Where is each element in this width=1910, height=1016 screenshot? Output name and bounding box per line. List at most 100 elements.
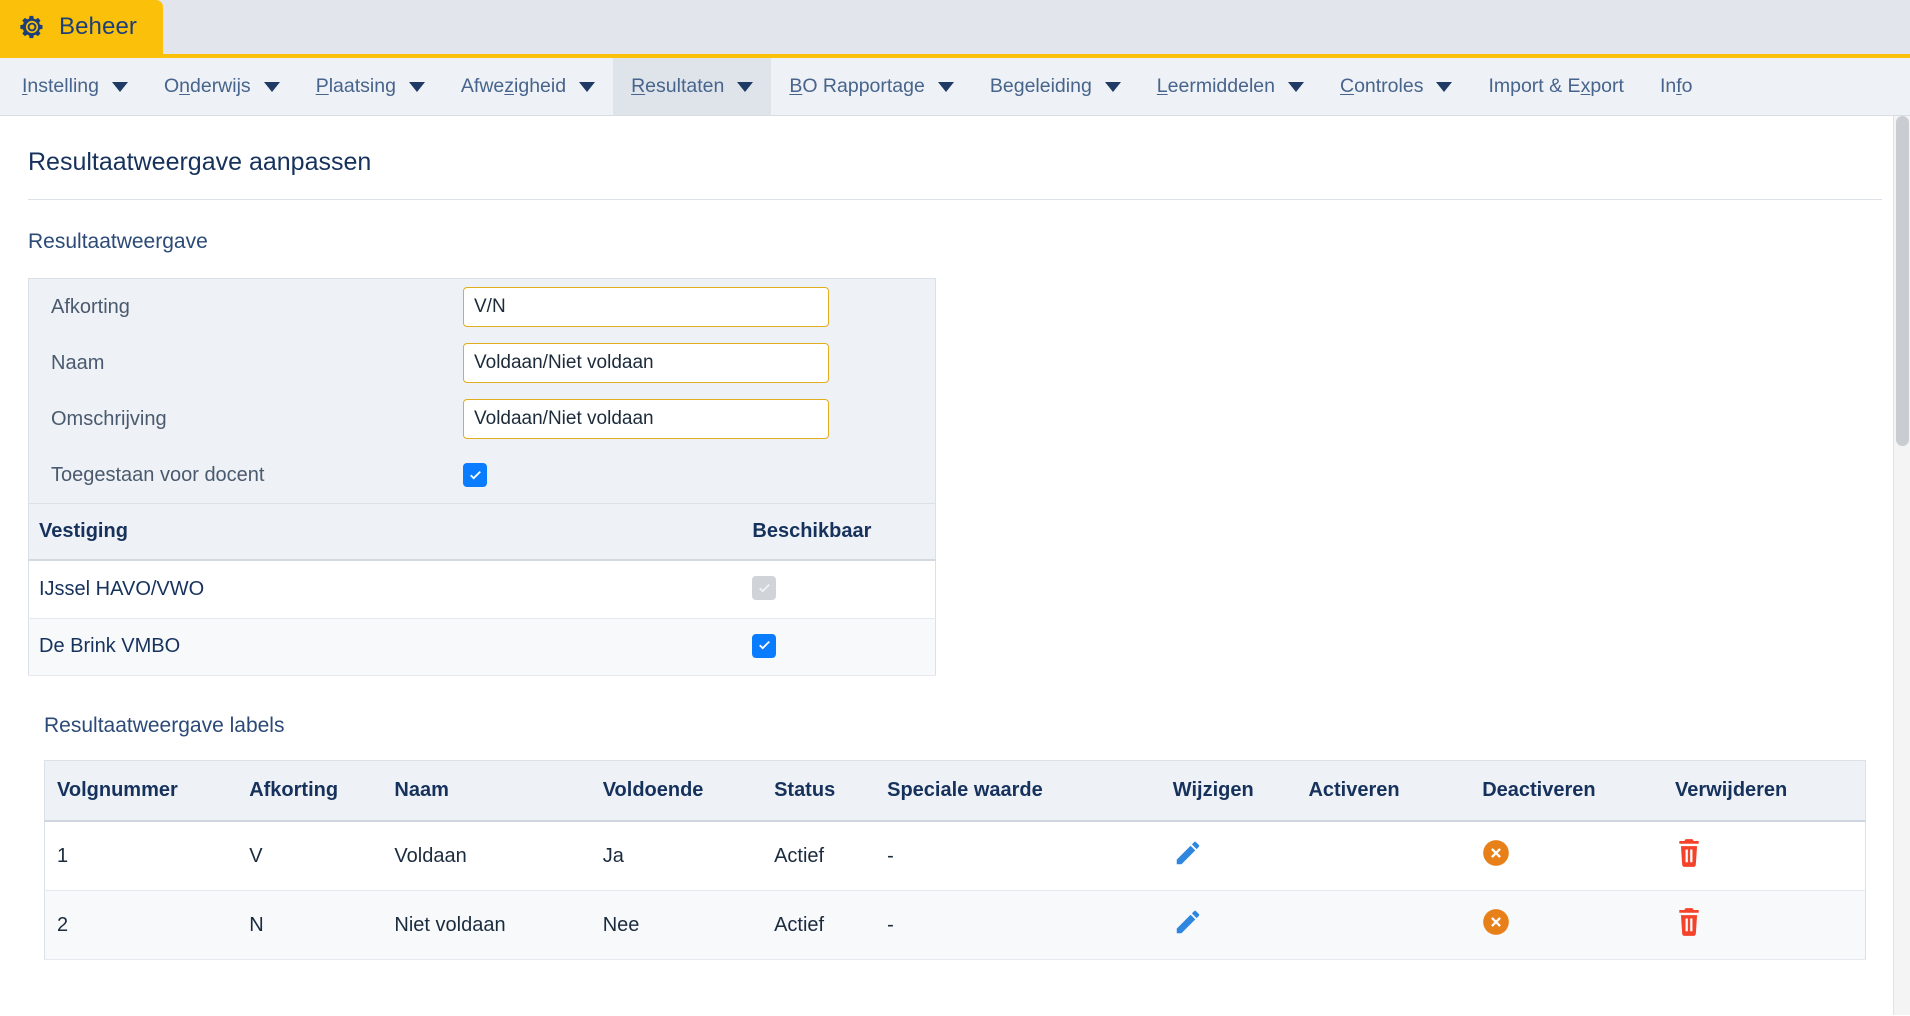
page-content: Resultaatweergave aanpassen Resultaatwee…	[0, 116, 1910, 1015]
menu-item-controles[interactable]: Controles	[1322, 58, 1470, 115]
cell-afkorting: N	[249, 890, 395, 960]
chevron-down-icon	[1287, 81, 1304, 92]
vestiging-header-vestiging: Vestiging	[28, 504, 222, 561]
labels-header-afkorting: Afkorting	[249, 760, 395, 822]
deactivate-circle-x-icon[interactable]	[1482, 908, 1510, 936]
cell-voldoende: Nee	[602, 890, 775, 960]
cell-deactiveren-button	[1482, 821, 1675, 891]
chevron-down-icon	[579, 81, 596, 92]
labels-table-header-row: Volgnummer Afkorting Naam Voldoende Stat…	[44, 760, 1866, 822]
chevron-down-icon	[1104, 81, 1121, 92]
checkbox-beschikbaar	[752, 576, 777, 600]
checkbox-beschikbaar[interactable]	[752, 633, 777, 658]
vestiging-name: De Brink VMBO	[28, 618, 222, 676]
form-row-omschrijving: Omschrijving	[29, 391, 935, 447]
menu-item-label: BO Rapportage	[789, 75, 925, 97]
labels-header-verwijderen: Verwijderen	[1675, 760, 1866, 822]
menu-item-instelling[interactable]: Instelling	[4, 58, 146, 115]
menu-item-label: Plaatsing	[315, 75, 396, 97]
deactivate-circle-x-icon[interactable]	[1482, 839, 1510, 867]
section-title-resultaatweergave: Resultaatweergave	[28, 230, 208, 253]
menu-item-label: Begeleiding	[989, 75, 1092, 97]
page-title: Resultaatweergave aanpassen	[28, 148, 372, 176]
chevron-down-icon	[263, 81, 280, 92]
menu-item-resultaten[interactable]: Resultaten	[613, 58, 772, 115]
label-naam: Naam	[51, 351, 105, 374]
chevron-down-icon	[737, 81, 754, 92]
main-menu-bar: Instelling Onderwijs Plaatsing Afwezigheid R…	[0, 58, 1910, 116]
app-tab-label: Beheer	[59, 13, 137, 40]
labels-header-speciale-waarde: Speciale waarde	[887, 760, 1173, 822]
page-scrollbar[interactable]	[1893, 116, 1910, 1015]
menu-item-plaatsing[interactable]: Plaatsing	[298, 58, 443, 115]
menu-item-label: Controles	[1339, 75, 1424, 97]
vestiging-table-header-row: Vestiging Beschikbaar	[28, 504, 936, 561]
cell-speciale-waarde: -	[887, 890, 1173, 960]
trash-icon[interactable]	[1675, 838, 1703, 868]
cell-volgnummer: 1	[44, 821, 250, 891]
chevron-down-icon	[408, 81, 425, 92]
menu-item-bo-rapportage[interactable]: BO Rapportage	[771, 58, 972, 115]
vestiging-header-beschikbaar: Beschikbaar	[221, 504, 936, 561]
pencil-icon[interactable]	[1173, 838, 1203, 868]
cell-verwijderen-button	[1675, 890, 1866, 960]
cell-naam: Niet voldaan	[394, 890, 603, 960]
menu-item-begeleiding[interactable]: Begeleiding	[972, 58, 1139, 115]
app-tab-strip: Beheer	[0, 0, 1910, 54]
cell-status: Actief	[774, 821, 888, 891]
labels-header-deactiveren: Deactiveren	[1482, 760, 1675, 822]
vestiging-beschikbaar-cell	[221, 618, 936, 676]
labels-table-row: 2 N Niet voldaan Nee Actief -	[44, 890, 1866, 960]
menu-item-onderwijs[interactable]: Onderwijs	[146, 58, 298, 115]
labels-header-voldoende: Voldoende	[602, 760, 775, 822]
menu-item-import-export[interactable]: Import & Export	[1470, 58, 1641, 115]
cell-status: Actief	[774, 890, 888, 960]
cell-afkorting: V	[249, 821, 395, 891]
pencil-icon[interactable]	[1173, 907, 1203, 937]
cell-activeren-button	[1308, 821, 1483, 891]
form-row-afkorting: Afkorting	[29, 279, 935, 335]
label-toegestaan-voor-docent: Toegestaan voor docent	[51, 463, 265, 486]
chevron-down-icon	[937, 81, 954, 92]
menu-item-info[interactable]: Info	[1642, 58, 1711, 115]
menu-item-label: Resultaten	[631, 75, 725, 97]
menu-item-leermiddelen[interactable]: Leermiddelen	[1139, 58, 1322, 115]
cell-wijzigen-button	[1172, 821, 1309, 891]
cell-deactiveren-button	[1482, 890, 1675, 960]
vestiging-beschikbaar-cell	[221, 560, 936, 619]
form-row-naam: Naam	[29, 335, 935, 391]
scrollbar-thumb[interactable]	[1896, 116, 1909, 446]
labels-header-status: Status	[774, 760, 888, 822]
gear-icon	[18, 13, 46, 41]
vestiging-table-row: De Brink VMBO	[28, 618, 936, 676]
cell-naam: Voldaan	[394, 821, 603, 891]
section-title-labels: Resultaatweergave labels	[44, 714, 285, 737]
labels-header-wijzigen: Wijzigen	[1172, 760, 1309, 822]
cell-wijzigen-button	[1172, 890, 1309, 960]
labels-table: Volgnummer Afkorting Naam Voldoende Stat…	[44, 760, 1866, 960]
chevron-down-icon	[1436, 81, 1453, 92]
cell-speciale-waarde: -	[887, 821, 1173, 891]
label-afkorting: Afkorting	[51, 295, 130, 318]
vestiging-name: IJssel HAVO/VWO	[28, 560, 222, 619]
form-row-toegestaan-voor-docent: Toegestaan voor docent	[29, 447, 935, 503]
resultaatweergave-form: Afkorting Naam Omschrijving Toegestaan voo…	[28, 278, 936, 504]
checkbox-toegestaan-voor-docent[interactable]	[463, 463, 487, 487]
menu-item-label: Leermiddelen	[1156, 75, 1275, 97]
labels-table-row: 1 V Voldaan Ja Actief -	[44, 821, 1866, 891]
menu-item-afwezigheid[interactable]: Afwezigheid	[443, 58, 613, 115]
cell-activeren-button	[1308, 890, 1483, 960]
trash-icon[interactable]	[1675, 907, 1703, 937]
vestiging-table-row: IJssel HAVO/VWO	[28, 560, 936, 619]
vestiging-table: Vestiging Beschikbaar IJssel HAVO/VWO De …	[28, 504, 936, 676]
labels-header-naam: Naam	[394, 760, 603, 822]
chevron-down-icon	[111, 81, 128, 92]
menu-item-label: Onderwijs	[163, 75, 251, 97]
omschrijving-input[interactable]	[463, 399, 829, 439]
afkorting-input[interactable]	[463, 287, 829, 327]
menu-item-label: Info	[1659, 75, 1693, 97]
cell-volgnummer: 2	[44, 890, 250, 960]
naam-input[interactable]	[463, 343, 829, 383]
menu-item-label: Import & Export	[1488, 75, 1624, 97]
app-tab-beheer[interactable]: Beheer	[0, 0, 163, 54]
